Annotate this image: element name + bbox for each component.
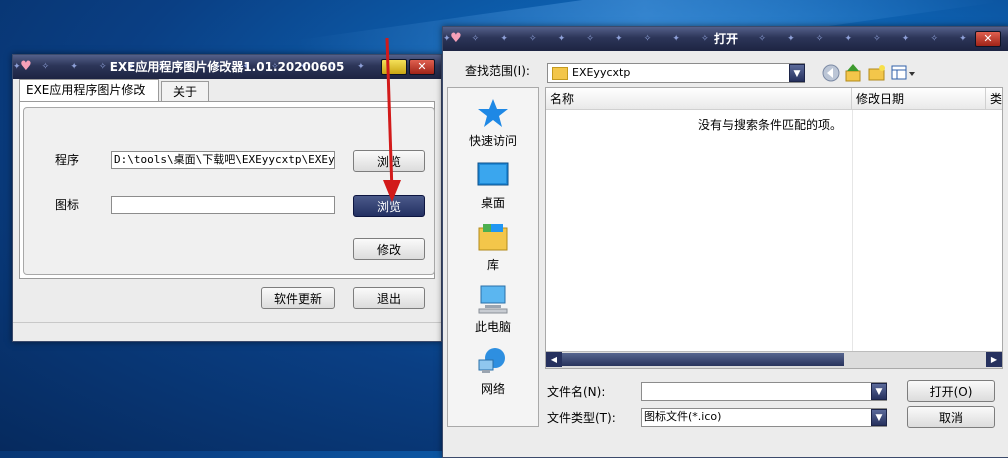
desktop-icon [477, 162, 509, 186]
app-title: EXE应用程序图片修改器1.01.20200605 [109, 60, 345, 74]
lookin-combo[interactable]: EXEyycxtp [547, 63, 805, 83]
scroll-thumb[interactable] [562, 353, 844, 366]
lookin-label: 查找范围(I): [465, 64, 530, 78]
icon-label: 图标 [55, 198, 80, 212]
filename-input[interactable] [641, 382, 887, 401]
filetype-dropdown-icon[interactable]: ▼ [871, 409, 887, 426]
exit-button[interactable]: 退出 [353, 287, 425, 309]
place-label: 桌面 [480, 196, 505, 210]
view-menu-icon[interactable] [891, 63, 917, 83]
scroll-right-icon[interactable]: ▶ [986, 352, 1002, 367]
place-this-pc[interactable]: 此电脑 [448, 284, 538, 335]
software-update-button[interactable]: 软件更新 [261, 287, 335, 309]
column-modified-date[interactable]: 修改日期 [852, 88, 986, 110]
app-logo-icon: ♥ [20, 59, 32, 74]
place-label: 此电脑 [474, 320, 511, 334]
icon-path-field[interactable] [111, 196, 335, 214]
lookin-value: EXEyycxtp [572, 66, 631, 79]
column-name[interactable]: 名称 [546, 88, 852, 110]
empty-message: 没有与搜索条件匹配的项。 [698, 118, 843, 132]
filetype-select[interactable]: 图标文件(*.ico) [641, 408, 887, 427]
star-icon [478, 99, 508, 127]
dialog-close-icon[interactable]: ✕ [975, 31, 1001, 47]
column-type[interactable]: 类 [986, 88, 1002, 110]
scroll-left-icon[interactable]: ◀ [546, 352, 562, 367]
computer-icon [478, 285, 508, 314]
network-icon [478, 348, 505, 373]
new-folder-icon[interactable] [867, 63, 887, 83]
place-label: 网络 [480, 382, 505, 396]
program-label: 程序 [55, 153, 80, 167]
annotation-arrow-icon [383, 37, 401, 202]
file-list[interactable]: 名称 修改日期 类 没有与搜索条件匹配的项。 ◀ ▶ [545, 87, 1003, 369]
modify-button[interactable]: 修改 [353, 238, 425, 260]
filename-dropdown-icon[interactable]: ▼ [871, 383, 887, 400]
folder-icon [552, 67, 568, 80]
place-label: 库 [486, 258, 499, 272]
library-icon [478, 224, 508, 251]
tab-image-modifier[interactable]: EXE应用程序图片修改器 [19, 79, 159, 117]
filetype-label: 文件类型(T): [547, 411, 616, 425]
place-network[interactable]: 网络 [448, 346, 538, 397]
horizontal-scrollbar[interactable]: ◀ ▶ [546, 351, 1002, 368]
close-icon[interactable]: ✕ [409, 59, 435, 75]
cancel-button[interactable]: 取消 [907, 406, 995, 428]
tab-about[interactable]: 关于 [161, 81, 209, 101]
dialog-title: 打开 [713, 32, 738, 46]
place-quick-access[interactable]: 快速访问 [448, 98, 538, 149]
filename-label: 文件名(N): [547, 385, 606, 399]
back-icon[interactable] [821, 63, 841, 83]
lookin-dropdown-icon[interactable]: ▼ [789, 64, 805, 82]
place-label: 快速访问 [468, 134, 517, 148]
dialog-titlebar[interactable]: ✦ ✧ ✦ ✧ ✦ ✧ ✦ ✧ ✦ ✧ ✦ ✧ ✦ ✧ ✦ ✧ ✦ ✧ ✦ ✧ … [443, 27, 1008, 51]
dialog-logo-icon: ♥ [450, 31, 462, 46]
place-library[interactable]: 库 [448, 222, 538, 273]
places-bar: 快速访问 桌面 库 此电脑 网络 [447, 87, 539, 427]
up-folder-icon[interactable] [843, 63, 863, 83]
open-button[interactable]: 打开(O) [907, 380, 995, 402]
program-path-field[interactable]: D:\tools\桌面\下载吧\EXEyycxtp\EXEyyc [111, 151, 335, 169]
open-dialog: ✦ ✧ ✦ ✧ ✦ ✧ ✦ ✧ ✦ ✧ ✦ ✧ ✦ ✧ ✦ ✧ ✦ ✧ ✦ ✧ … [442, 26, 1008, 458]
status-bar [13, 322, 441, 341]
place-desktop[interactable]: 桌面 [448, 160, 538, 211]
